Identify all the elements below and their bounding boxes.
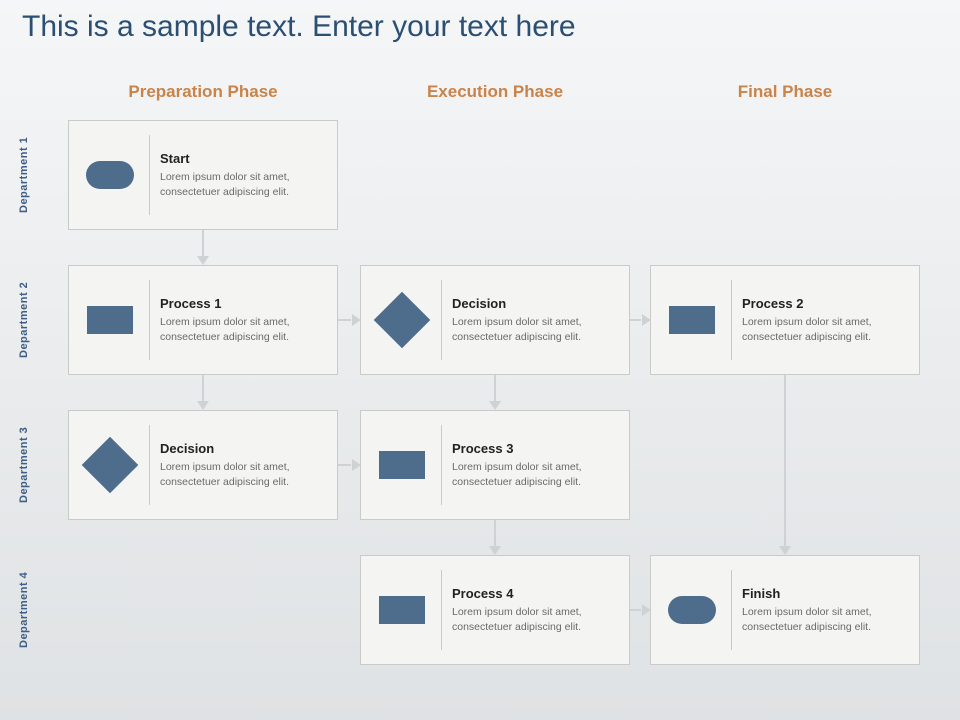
card-title: Decision — [452, 296, 617, 311]
process-icon — [87, 306, 133, 334]
card-desc: Lorem ipsum dolor sit amet, consectetuer… — [160, 170, 325, 198]
terminator-icon — [668, 596, 716, 624]
phase-header-preparation: Preparation Phase — [68, 82, 338, 102]
card-process3: Process 3 Lorem ipsum dolor sit amet, co… — [360, 410, 630, 520]
arrow-decision2-to-process3 — [338, 464, 360, 466]
arrow-decision-to-process3 — [489, 375, 501, 410]
card-title: Process 2 — [742, 296, 907, 311]
swimlane-label-dept2: Department 2 — [18, 265, 36, 375]
swimlane-label-dept4: Department 4 — [18, 555, 36, 665]
card-process2: Process 2 Lorem ipsum dolor sit amet, co… — [650, 265, 920, 375]
process-icon — [669, 306, 715, 334]
phase-header-execution: Execution Phase — [360, 82, 630, 102]
card-start: Start Lorem ipsum dolor sit amet, consec… — [68, 120, 338, 230]
process-icon — [379, 451, 425, 479]
card-process4: Process 4 Lorem ipsum dolor sit amet, co… — [360, 555, 630, 665]
arrow-process3-to-process4 — [489, 520, 501, 555]
terminator-icon — [86, 161, 134, 189]
arrow-start-to-process1 — [197, 230, 209, 265]
card-desc: Lorem ipsum dolor sit amet, consectetuer… — [452, 315, 617, 343]
card-finish: Finish Lorem ipsum dolor sit amet, conse… — [650, 555, 920, 665]
card-decision-a: Decision Lorem ipsum dolor sit amet, con… — [360, 265, 630, 375]
decision-icon — [82, 437, 139, 494]
card-desc: Lorem ipsum dolor sit amet, consectetuer… — [452, 605, 617, 633]
card-title: Decision — [160, 441, 325, 456]
arrow-process4-to-finish — [630, 609, 650, 611]
card-decision-b: Decision Lorem ipsum dolor sit amet, con… — [68, 410, 338, 520]
swimlane-label-dept3: Department 3 — [18, 410, 36, 520]
arrow-process1-to-decision — [338, 319, 360, 321]
decision-icon — [374, 292, 431, 349]
arrow-decision-to-process2 — [630, 319, 650, 321]
card-title: Finish — [742, 586, 907, 601]
card-desc: Lorem ipsum dolor sit amet, consectetuer… — [742, 315, 907, 343]
arrow-process1-to-decision2 — [197, 375, 209, 410]
card-desc: Lorem ipsum dolor sit amet, consectetuer… — [452, 460, 617, 488]
card-desc: Lorem ipsum dolor sit amet, consectetuer… — [160, 460, 325, 488]
card-title: Process 3 — [452, 441, 617, 456]
process-icon — [379, 596, 425, 624]
card-title: Process 1 — [160, 296, 325, 311]
phase-header-final: Final Phase — [650, 82, 920, 102]
card-title: Start — [160, 151, 325, 166]
card-title: Process 4 — [452, 586, 617, 601]
swimlane-label-dept1: Department 1 — [18, 120, 36, 230]
card-desc: Lorem ipsum dolor sit amet, consectetuer… — [742, 605, 907, 633]
slide-title: This is a sample text. Enter your text h… — [22, 10, 576, 44]
card-desc: Lorem ipsum dolor sit amet, consectetuer… — [160, 315, 325, 343]
arrow-process2-to-finish — [779, 375, 791, 555]
card-process1: Process 1 Lorem ipsum dolor sit amet, co… — [68, 265, 338, 375]
